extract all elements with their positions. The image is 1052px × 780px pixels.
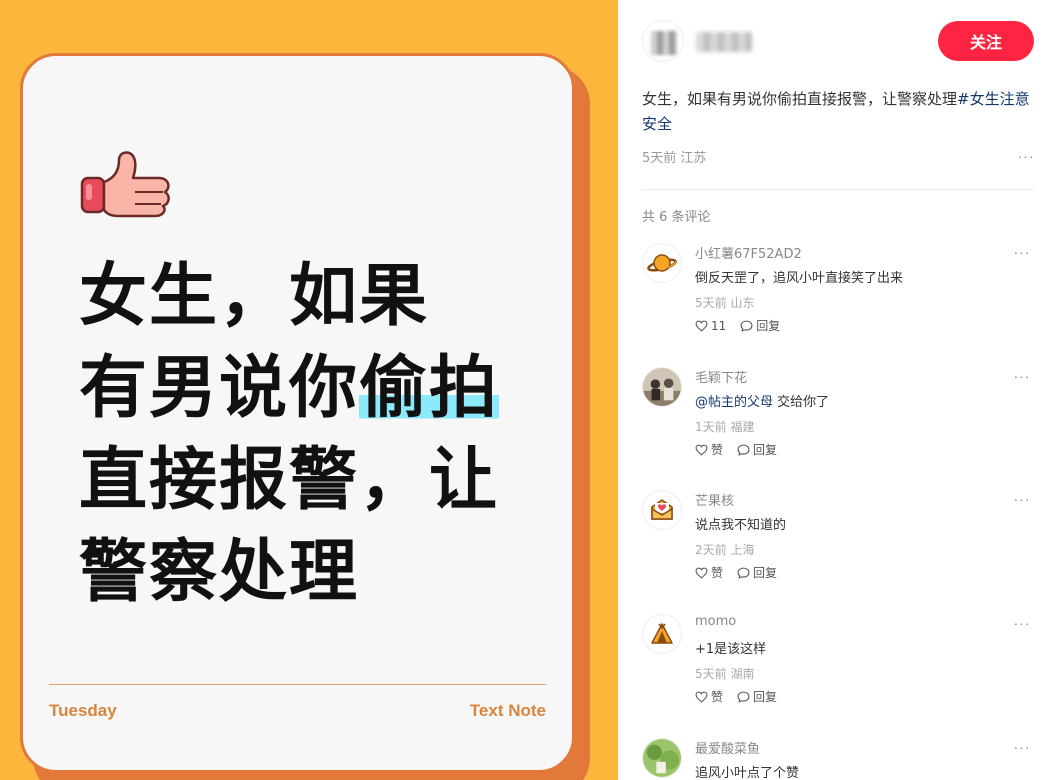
commenter-avatar[interactable] (642, 490, 682, 530)
post-time: 5天前 (642, 151, 677, 166)
reply-button[interactable]: 回复 (740, 317, 780, 334)
reply-icon (737, 691, 750, 703)
card-divider (49, 684, 546, 685)
comment-time: 2天前 (695, 543, 727, 557)
heart-icon (695, 567, 708, 579)
comment-time: 5天前 (695, 667, 727, 681)
reply-button[interactable]: 回复 (737, 688, 777, 705)
comment-location: 福建 (730, 420, 755, 434)
post-more-icon[interactable]: ··· (1016, 149, 1036, 163)
comment-item: 毛颖下花 @帖主的父母 交给你了 1天前 福建 赞 回复 ··· (642, 367, 1038, 467)
post-description: 女生，如果有男说你偷拍直接报警，让警察处理#女生注意安全 (642, 87, 1032, 137)
reply-icon (737, 567, 750, 579)
comment-text: 说点我不知道的 (695, 518, 787, 533)
card-line-2-text: 有男说你 (79, 349, 360, 428)
love-letter-icon (651, 499, 673, 520)
mention-link[interactable]: @帖主的父母 (695, 395, 773, 410)
comment-time: 5天前 (695, 296, 727, 310)
author-name-blurred[interactable] (696, 32, 752, 52)
comment-meta: 5天前 湖南 (695, 665, 754, 682)
comment-item: 小红薯67F52AD2 倒反天罡了，追风小叶直接笑了出来 5天前 山东 11 回… (642, 243, 1038, 343)
photo-avatar-icon (643, 739, 681, 777)
card-line-3: 直接报警，让 (79, 441, 500, 520)
author-avatar[interactable] (642, 20, 684, 62)
heart-icon (695, 320, 708, 332)
like-button[interactable]: 11 (695, 317, 726, 334)
commenter-avatar[interactable] (642, 738, 682, 778)
comment-text-body: 交给你了 (773, 395, 830, 410)
comment-more-icon[interactable]: ··· (1012, 740, 1032, 754)
post-image[interactable]: 女生，如果 有男说你偷拍 直接报警，让 警察处理 Tuesday Text No… (0, 0, 618, 780)
post-detail-panel: 关注 女生，如果有男说你偷拍直接报警，让警察处理#女生注意安全 5天前 江苏 ·… (618, 0, 1052, 780)
reply-label: 回复 (753, 443, 778, 457)
comment-actions: 11 回复 (695, 317, 780, 334)
commenter-name[interactable]: 芒果核 (695, 490, 734, 509)
commenter-avatar[interactable] (642, 243, 682, 283)
card-headline: 女生，如果 有男说你偷拍 直接报警，让 警察处理 (79, 251, 559, 619)
like-count: 赞 (711, 566, 724, 580)
heart-icon (695, 444, 708, 456)
comment-time: 1天前 (695, 420, 727, 434)
reply-label: 回复 (753, 690, 778, 704)
comment-location: 湖南 (730, 667, 755, 681)
like-button[interactable]: 赞 (695, 441, 723, 458)
comment-more-icon[interactable]: ··· (1012, 492, 1032, 506)
reply-button[interactable]: 回复 (737, 564, 777, 581)
card-footer-brand: Text Note (469, 701, 546, 720)
reply-button[interactable]: 回复 (737, 441, 777, 458)
highlighted-word: 偷拍 (359, 349, 500, 428)
commenter-name[interactable]: 小红薯67F52AD2 (695, 243, 802, 262)
card-footer-day: Tuesday (49, 701, 117, 720)
photo-avatar-icon (643, 368, 681, 406)
tent-icon (651, 623, 673, 644)
comment-more-icon[interactable]: ··· (1012, 616, 1032, 630)
comment-text: +1是该这样 (695, 642, 767, 657)
comment-location: 上海 (730, 543, 755, 557)
reply-label: 回复 (753, 566, 778, 580)
comment-meta: 1天前 福建 (695, 418, 754, 435)
like-count: 11 (711, 318, 727, 333)
comment-item: 最爱酸菜鱼 追风小叶点了个赞 ··· (642, 738, 1038, 780)
card-line-2: 有男说你偷拍 (79, 343, 559, 435)
divider (642, 189, 1034, 190)
like-count: 赞 (711, 690, 724, 704)
comment-text: 倒反天罡了，追风小叶直接笑了出来 (695, 271, 904, 286)
card-line-1: 女生，如果 (79, 257, 430, 336)
comment-item: 芒果核 说点我不知道的 2天前 上海 赞 回复 ··· (642, 490, 1038, 590)
comment-location: 山东 (730, 296, 755, 310)
comment-text: 追风小叶点了个赞 (695, 766, 800, 780)
comment-meta: 2天前 上海 (695, 541, 754, 558)
reply-icon (737, 444, 750, 456)
blurred-avatar (651, 31, 677, 55)
commenter-avatar[interactable] (642, 614, 682, 654)
comment-more-icon[interactable]: ··· (1012, 369, 1032, 383)
commenter-name[interactable]: 最爱酸菜鱼 (695, 738, 760, 757)
comment-actions: 赞 回复 (695, 688, 777, 705)
thumbs-up-icon (80, 151, 170, 218)
follow-button[interactable]: 关注 (938, 21, 1034, 61)
comment-actions: 赞 回复 (695, 441, 777, 458)
comment-item: momo +1是该这样 5天前 湖南 赞 回复 ··· (642, 614, 1038, 714)
post-location: 江苏 (680, 151, 707, 166)
comment-meta: 5天前 山东 (695, 294, 754, 311)
planet-icon (647, 254, 677, 272)
text-note-card: 女生，如果 有男说你偷拍 直接报警，让 警察处理 Tuesday Text No… (20, 53, 575, 773)
commenter-avatar[interactable] (642, 367, 682, 407)
like-count: 赞 (711, 443, 724, 457)
heart-icon (695, 691, 708, 703)
comment-actions: 赞 回复 (695, 564, 777, 581)
reply-label: 回复 (756, 319, 781, 333)
card-line-4: 警察处理 (79, 533, 360, 612)
post-meta: 5天前 江苏 (642, 147, 706, 166)
commenter-name[interactable]: 毛颖下花 (695, 367, 747, 386)
like-button[interactable]: 赞 (695, 564, 723, 581)
post-body: 女生，如果有男说你偷拍直接报警，让警察处理 (642, 90, 958, 108)
comment-text: @帖主的父母 交给你了 (695, 391, 829, 410)
comment-count: 共 6 条评论 (642, 210, 711, 225)
commenter-name[interactable]: momo (695, 614, 736, 629)
reply-icon (740, 320, 753, 332)
comment-more-icon[interactable]: ··· (1012, 245, 1032, 259)
like-button[interactable]: 赞 (695, 688, 723, 705)
